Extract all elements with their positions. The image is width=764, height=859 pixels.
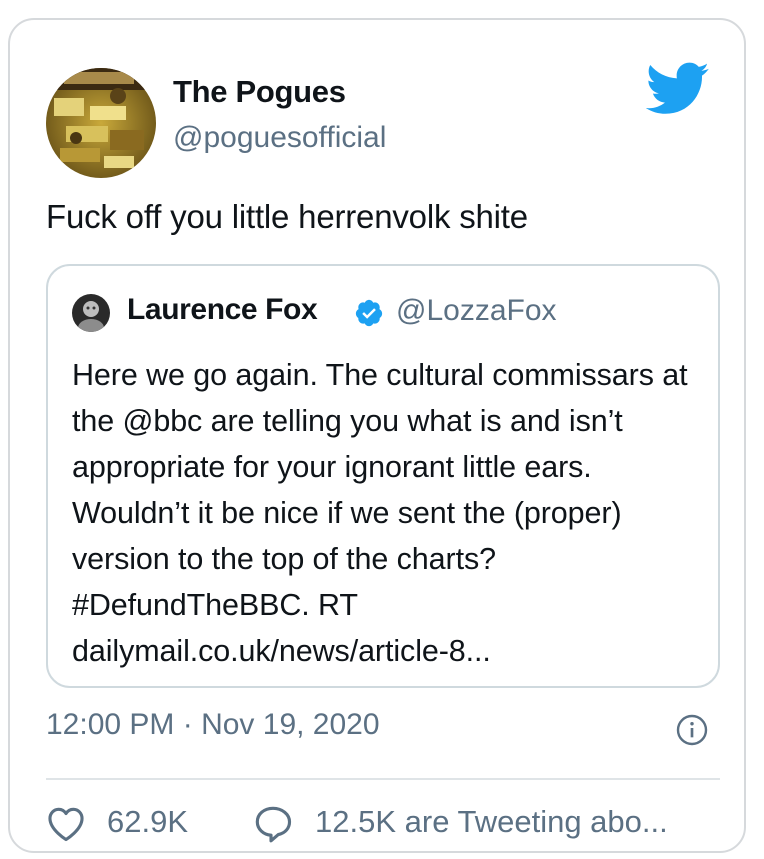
- info-icon[interactable]: [676, 714, 708, 746]
- quoted-tweet-text: Here we go again. The cultural commissar…: [72, 358, 688, 668]
- quoted-author-handle[interactable]: @LozzaFox: [396, 294, 557, 328]
- quoted-author-avatar[interactable]: [72, 294, 110, 332]
- verified-badge-icon: [355, 299, 383, 327]
- tweet-timestamp[interactable]: 12:00 PM · Nov 19, 2020: [46, 708, 380, 742]
- like-count[interactable]: 62.9K: [107, 804, 188, 840]
- tweeting-about-link[interactable]: 12.5K are Tweeting abo...: [315, 804, 668, 840]
- quoted-tweet[interactable]: Laurence Fox @LozzaFox Here we go again.…: [46, 264, 720, 688]
- author-avatar[interactable]: [46, 68, 156, 178]
- quoted-author-name[interactable]: Laurence Fox: [127, 293, 318, 327]
- tweet-text: Fuck off you little herrenvolk shite: [46, 198, 528, 235]
- heart-icon[interactable]: [46, 806, 86, 842]
- divider: [46, 778, 720, 780]
- author-name[interactable]: The Pogues: [173, 74, 346, 110]
- author-handle[interactable]: @poguesofficial: [173, 121, 386, 155]
- twitter-bird-icon: [646, 62, 709, 114]
- tweet-card[interactable]: The Pogues @poguesofficial Fuck off you …: [8, 18, 746, 853]
- reply-bubble-icon[interactable]: [253, 805, 293, 843]
